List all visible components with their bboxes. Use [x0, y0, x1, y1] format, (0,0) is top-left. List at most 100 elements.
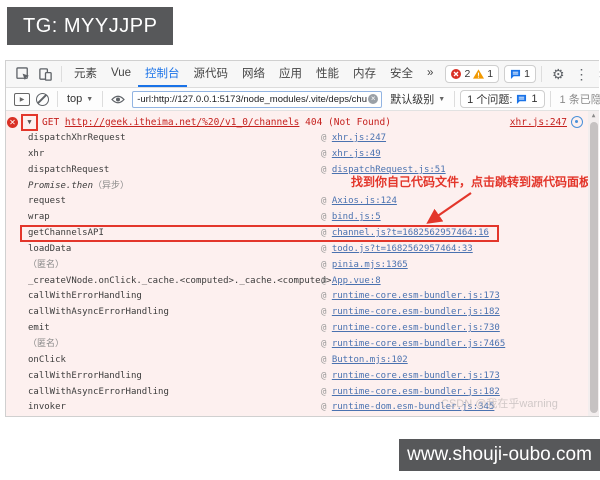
error-count: 2 — [464, 68, 471, 80]
stack-frame: callWithErrorHandling @ runtime-core.esm… — [6, 289, 599, 305]
error-text: GET http://geek.itheima.net/%20/v1_0/cha… — [42, 117, 391, 128]
stack-frame: onClick @ Button.mjs:102 — [6, 353, 599, 369]
top-watermark-banner: TG: MYYJJPP — [7, 7, 174, 45]
divider — [102, 91, 104, 107]
tab-元素[interactable]: 元素 — [67, 61, 104, 87]
stack-frame: loadData @ todo.js?t=1682562957464:33 — [6, 242, 599, 258]
errors-warnings-badge[interactable]: 2 1 — [445, 65, 500, 83]
stack-location: @ xhr.js:247 — [321, 133, 387, 143]
stack-frame: callWithErrorHandling @ runtime-core.esm… — [6, 369, 599, 385]
divider — [549, 91, 551, 107]
error-icon — [451, 69, 462, 79]
response-status: 404 (Not Found) — [305, 116, 391, 128]
console-filter-input[interactable] — [132, 90, 383, 108]
stack-frame: getChannelsAPI @ channel.js?t=1682562957… — [6, 225, 599, 242]
tab-»[interactable]: » — [420, 61, 440, 87]
divider — [454, 91, 456, 107]
stack-location-link[interactable]: bind.js:5 — [332, 212, 381, 222]
tab-性能[interactable]: 性能 — [309, 61, 346, 87]
stack-function-name: Promise.then（异步） — [28, 180, 130, 191]
messages-badge[interactable]: 1 — [504, 65, 536, 83]
top-banner-text: TG: MYYJJPP — [23, 14, 158, 37]
divider — [57, 91, 58, 107]
stack-function-name: emit — [28, 323, 50, 334]
error-source: xhr.js:247 — [510, 116, 583, 128]
stack-location: @ runtime-core.esm-bundler.js:182 — [321, 307, 500, 318]
page: TG: MYYJJPP 元素 Vue 控制台 源代码 网络 应用 性能 内存 安全» 2 1 1 — [0, 0, 600, 480]
console-error-message: ✕ ▼ GET http://geek.itheima.net/%20/v1_0… — [6, 111, 599, 131]
request-url-link[interactable]: http://geek.itheima.net/%20/v1_0/channel… — [65, 117, 300, 128]
tab-Vue[interactable]: Vue — [104, 61, 138, 87]
scrollbar-thumb[interactable] — [589, 122, 598, 413]
stack-location-link[interactable]: todo.js?t=1682562957464:33 — [332, 244, 473, 254]
stack-location-link[interactable]: Button.mjs:102 — [332, 355, 408, 365]
stack-location-link[interactable]: runtime-core.esm-bundler.js:173 — [332, 291, 500, 301]
log-level-dropdown[interactable]: 默认级别 — [390, 91, 445, 107]
clear-console-icon[interactable] — [36, 92, 49, 106]
annotation-arrow — [426, 192, 472, 224]
error-info-icon[interactable] — [571, 116, 583, 128]
stack-function-name: callWithAsyncErrorHandling — [28, 307, 169, 318]
warning-count: 1 — [487, 68, 494, 80]
device-toolbar-icon[interactable] — [36, 65, 54, 83]
stack-location: @ Button.mjs:102 — [321, 354, 408, 365]
stack-frame: xhr @ xhr.js:49 — [6, 147, 599, 163]
tabs: 元素 Vue 控制台 源代码 网络 应用 性能 内存 安全» — [67, 61, 440, 87]
stack-location-link[interactable]: xhr.js:247 — [332, 133, 386, 143]
stack-function-name: callWithErrorHandling — [28, 291, 142, 302]
stack-function-name: （匿名） — [28, 259, 65, 270]
message-bubble-icon — [511, 69, 521, 79]
kebab-menu-icon[interactable]: ⋮ — [575, 67, 589, 81]
bottom-watermark-banner: www.shouji-oubo.com — [399, 439, 600, 471]
stack-function-name: request — [28, 196, 66, 207]
stack-frame: callWithAsyncErrorHandling @ runtime-cor… — [6, 305, 599, 321]
tab-网络[interactable]: 网络 — [235, 61, 272, 87]
settings-gear-icon[interactable]: ⚙ — [552, 67, 565, 81]
annotation-box-expand: ▼ — [21, 113, 38, 131]
stack-location: @ bind.js:5 — [321, 212, 381, 223]
stack-frame: _createVNode.onClick._cache.<computed>._… — [6, 274, 599, 290]
stack-location-link[interactable]: runtime-core.esm-bundler.js:7465 — [332, 339, 505, 349]
scroll-up-arrow-icon[interactable]: ▲ — [588, 112, 599, 119]
console-sidebar-icon[interactable]: ▶ — [14, 92, 30, 106]
stack-location-link[interactable]: App.vue:8 — [332, 276, 381, 286]
error-source-link[interactable]: xhr.js:247 — [510, 117, 567, 128]
csdn-watermark: CSDN @我在乎warning — [441, 398, 558, 410]
stack-location: @ todo.js?t=1682562957464:33 — [321, 243, 473, 254]
issues-badge[interactable]: 1 个问题: 1 — [460, 90, 545, 108]
stack-frame: emit @ runtime-core.esm-bundler.js:730 — [6, 321, 599, 337]
stack-function-name: getChannelsAPI — [28, 228, 104, 239]
tab-内存[interactable]: 内存 — [346, 61, 383, 87]
expand-triangle-icon[interactable]: ▼ — [27, 118, 31, 126]
hidden-messages-note: 1 条已隐藏 — [559, 94, 600, 106]
stack-function-name: onClick — [28, 354, 66, 365]
stack-frame: dispatchXhrRequest @ xhr.js:247 — [6, 131, 599, 147]
tab-应用[interactable]: 应用 — [272, 61, 309, 87]
stack-location-link[interactable]: Axios.js:124 — [332, 196, 397, 206]
devtools-toolbar: 元素Vue控制台源代码网络应用性能内存安全» 2 1 1 ⚙ ⋮ × — [6, 61, 600, 88]
eye-icon[interactable] — [111, 95, 126, 104]
stack-location: @ runtime-core.esm-bundler.js:173 — [321, 370, 500, 381]
context-selector[interactable]: top — [67, 93, 93, 105]
stack-location-link[interactable]: runtime-core.esm-bundler.js:173 — [332, 371, 500, 381]
stack-function-name: xhr — [28, 148, 45, 159]
stack-location-link[interactable]: runtime-core.esm-bundler.js:730 — [332, 323, 500, 333]
tab-安全[interactable]: 安全 — [383, 61, 420, 87]
stack-location: @ xhr.js:49 — [321, 148, 381, 159]
tab-控制台[interactable]: 控制台 — [138, 61, 187, 87]
inspect-element-icon[interactable] — [14, 65, 32, 83]
issues-count: 1 — [531, 93, 538, 105]
stack-location-link[interactable]: runtime-core.esm-bundler.js:182 — [332, 307, 500, 317]
error-circle-icon: ✕ — [7, 116, 18, 128]
stack-function-name: dispatchRequest — [28, 164, 110, 175]
stack-frame: request @ Axios.js:124 — [6, 194, 599, 210]
tab-源代码[interactable]: 源代码 — [187, 61, 236, 87]
stack-function-name: wrap — [28, 212, 50, 223]
stack-location: @ App.vue:8 — [321, 275, 381, 286]
scrollbar[interactable]: ▲ — [588, 111, 599, 416]
bottom-banner-text: www.shouji-oubo.com — [407, 444, 592, 465]
stack-location-link[interactable]: pinia.mjs:1365 — [332, 260, 408, 270]
message-count: 1 — [524, 68, 530, 80]
stack-location-link[interactable]: xhr.js:49 — [332, 149, 381, 159]
issue-bubble-icon — [517, 94, 527, 104]
